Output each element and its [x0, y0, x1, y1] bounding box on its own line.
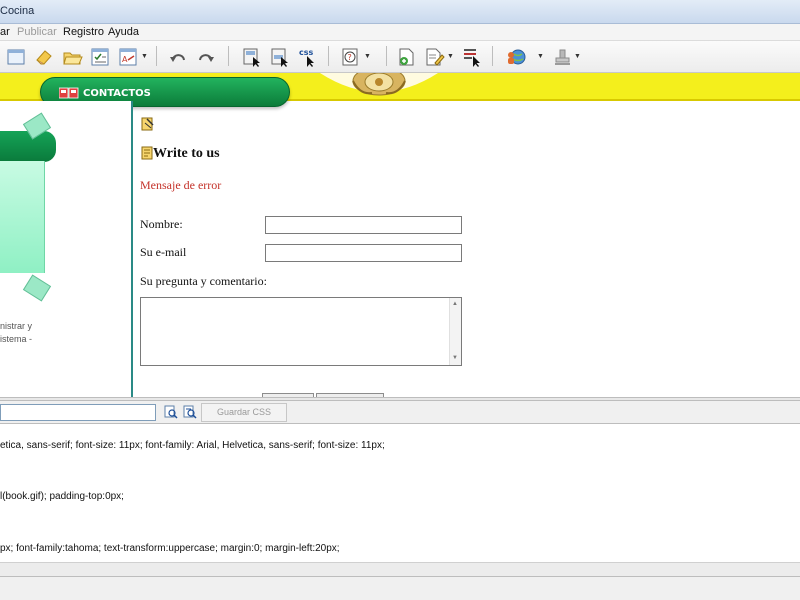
menu-bar: ar Publicar Registro Ayuda: [0, 24, 800, 41]
window-title: Cocina: [0, 5, 35, 17]
eraser-icon[interactable]: [32, 45, 54, 67]
status-bar: [0, 576, 800, 600]
menu-item-publicar[interactable]: Publicar: [17, 26, 57, 38]
page-heading: Write to us: [153, 146, 220, 161]
spellcheck-icon[interactable]: A: [116, 45, 138, 67]
nav-tab-label: CONTACTOS: [83, 88, 151, 99]
code-line: px; font-family:tahoma; text-transform:u…: [0, 543, 340, 554]
new-page-icon[interactable]: [394, 45, 416, 67]
select-page-icon[interactable]: [240, 45, 262, 67]
contact-tab-icon: [58, 86, 79, 99]
save-css-button[interactable]: Guardar CSS: [201, 403, 287, 422]
css-selector-input[interactable]: [0, 404, 156, 421]
column-divider: [131, 101, 133, 397]
horizontal-scrollbar[interactable]: [0, 562, 800, 576]
users-globe-icon[interactable]: [504, 45, 526, 67]
toolbar-separator: [228, 46, 229, 66]
chevron-down-icon[interactable]: ▼: [537, 53, 544, 60]
search-doc-icon[interactable]: [164, 405, 178, 419]
error-message: Mensaje de error: [140, 178, 222, 192]
toolbar-separator: [156, 46, 157, 66]
crest-logo: [320, 73, 438, 103]
email-label: Su e-mail: [140, 245, 187, 259]
toolbar-separator: [328, 46, 329, 66]
email-field[interactable]: [265, 244, 462, 262]
css-select-icon[interactable]: css: [296, 45, 318, 67]
toolbar: A ▼ css ? ▼ ▼ ▼ ▼: [0, 41, 800, 73]
chevron-down-icon[interactable]: ▼: [141, 53, 148, 60]
open-folder-icon[interactable]: [60, 45, 83, 67]
chevron-down-icon[interactable]: ▼: [447, 53, 454, 60]
svg-text:A: A: [122, 55, 128, 64]
stamp-icon[interactable]: [550, 45, 572, 67]
css-toolbar: Guardar CSS: [0, 401, 800, 424]
menu-item-registro[interactable]: Registro: [63, 26, 104, 38]
chevron-down-icon[interactable]: ▼: [574, 53, 581, 60]
code-line: l(book.gif); padding-top:0px;: [0, 491, 124, 502]
app-window: Cocina ar Publicar Registro Ayuda A ▼ cs…: [0, 0, 800, 600]
toolbar-separator: [386, 46, 387, 66]
edit-note-icon: [141, 117, 155, 131]
chevron-down-icon[interactable]: ▼: [364, 53, 371, 60]
css-code-editor[interactable]: etica, sans-serif; font-size: 11px; font…: [0, 424, 800, 562]
menu-item-partial[interactable]: ar: [0, 26, 10, 38]
toolbar-separator: [492, 46, 493, 66]
menu-item-ayuda[interactable]: Ayuda: [108, 26, 139, 38]
left-panel-text: nistrar y: [0, 321, 33, 331]
textarea-scrollbar[interactable]: ▲ ▼: [449, 298, 461, 365]
find-next-icon[interactable]: [183, 405, 197, 419]
left-panel: [0, 161, 45, 273]
left-panel-text: istema -: [0, 334, 33, 344]
code-line: etica, sans-serif; font-size: 11px; font…: [0, 440, 385, 451]
list-cursor-icon[interactable]: [460, 45, 482, 67]
edit-page-icon[interactable]: [422, 45, 445, 67]
window-icon[interactable]: [4, 45, 26, 67]
comment-textarea[interactable]: ▲ ▼: [140, 297, 462, 366]
css-icon-text: css: [299, 48, 314, 57]
name-field[interactable]: [265, 216, 462, 234]
help-icon[interactable]: ?: [338, 45, 360, 67]
checklist-icon[interactable]: [88, 45, 110, 67]
comment-label: Su pregunta y comentario:: [140, 274, 267, 288]
scroll-down-icon[interactable]: ▼: [452, 355, 458, 361]
name-label: Nombre:: [140, 217, 183, 231]
book-icon: [141, 146, 153, 160]
svg-text:?: ?: [348, 53, 352, 62]
redo-icon[interactable]: [194, 45, 216, 67]
title-bar: Cocina: [0, 0, 800, 24]
left-panel-header: [0, 131, 56, 162]
undo-icon[interactable]: [166, 45, 188, 67]
select-element-icon[interactable]: [268, 45, 290, 67]
scroll-up-icon[interactable]: ▲: [452, 301, 458, 307]
